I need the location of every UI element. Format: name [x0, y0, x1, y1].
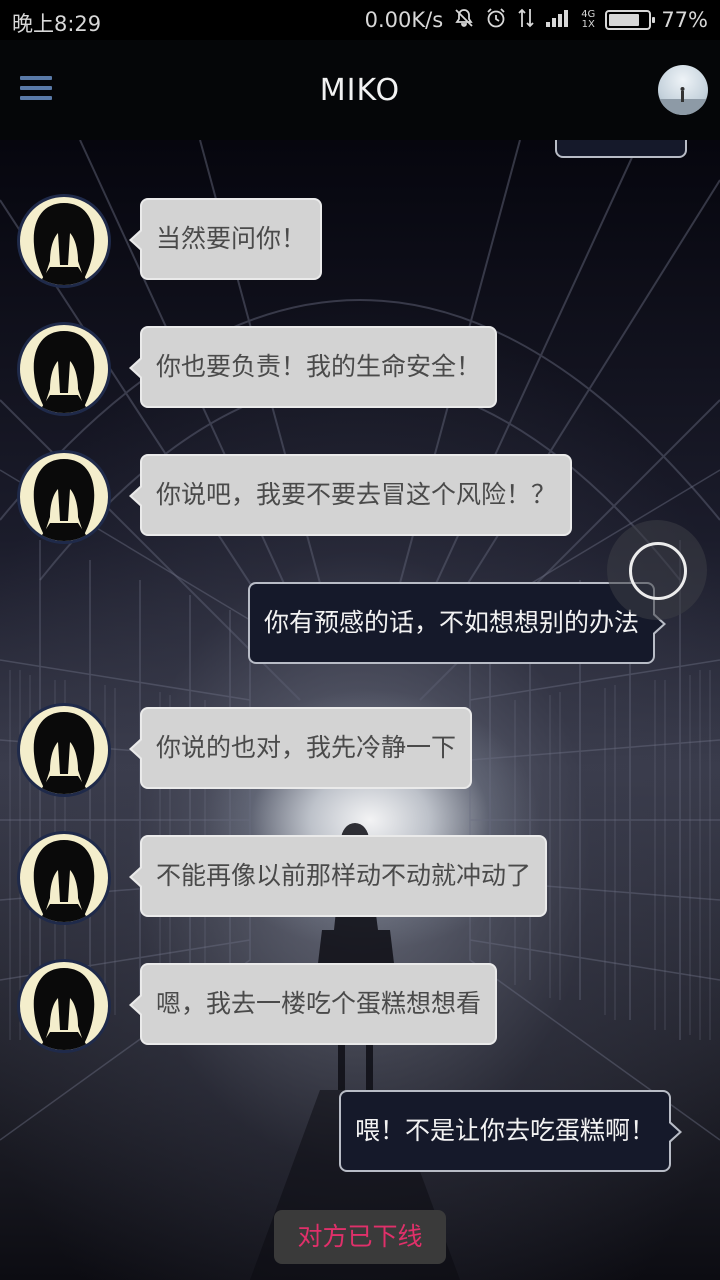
incoming-message-bubble[interactable]: 你也要负责！我的生命安全！: [128, 326, 498, 408]
incoming-message-bubble[interactable]: 你说的也对，我先冷静一下: [128, 707, 473, 789]
message-bubble-partial: [555, 140, 687, 158]
offline-status-badge: 对方已下线: [274, 1210, 446, 1264]
contact-avatar[interactable]: [17, 322, 111, 416]
outgoing-message-bubble[interactable]: 喂！不是让你去吃蛋糕啊！: [339, 1090, 683, 1172]
title-bar: MIKO: [0, 40, 720, 140]
incoming-message-bubble[interactable]: 当然要问你！: [128, 198, 323, 280]
battery-icon: [605, 10, 656, 30]
battery-fill: [609, 14, 639, 26]
page-title: MIKO: [319, 73, 401, 108]
status-time: 晚上8:29: [12, 12, 102, 36]
floating-assistive-button[interactable]: [607, 520, 707, 620]
data-arrows-icon: [517, 7, 535, 34]
mute-icon: [453, 7, 475, 34]
alarm-icon: [485, 7, 507, 34]
network-type-bottom: 1X: [581, 19, 595, 30]
signal-icon: [545, 7, 571, 34]
net-speed: 0.00K/s: [364, 8, 444, 32]
incoming-message-bubble[interactable]: 不能再像以前那样动不动就冲动了: [128, 835, 548, 917]
status-bar: 晚上8:29 0.00K/s 4G 1X 77%: [0, 0, 720, 40]
battery-percent: 77%: [661, 8, 708, 32]
outgoing-message-bubble[interactable]: 你有预感的话，不如想想别的办法: [248, 582, 667, 664]
incoming-message-bubble[interactable]: 你说吧，我要不要去冒这个风险！？: [128, 454, 573, 536]
contact-avatar[interactable]: [17, 703, 111, 797]
status-icons: 0.00K/s 4G 1X 77%: [365, 6, 708, 34]
chat-area[interactable]: 当然要问你！ 你也要负责！我的生命安全！ 你说吧，我要不要去冒这个风险！？ 你有…: [0, 140, 720, 1280]
network-type: 4G 1X: [581, 10, 595, 30]
contact-avatar[interactable]: [17, 450, 111, 544]
profile-avatar[interactable]: [658, 65, 708, 115]
contact-avatar[interactable]: [17, 194, 111, 288]
contact-avatar[interactable]: [17, 959, 111, 1053]
incoming-message-bubble[interactable]: 嗯，我去一楼吃个蛋糕想想看: [128, 963, 498, 1045]
contact-avatar[interactable]: [17, 831, 111, 925]
